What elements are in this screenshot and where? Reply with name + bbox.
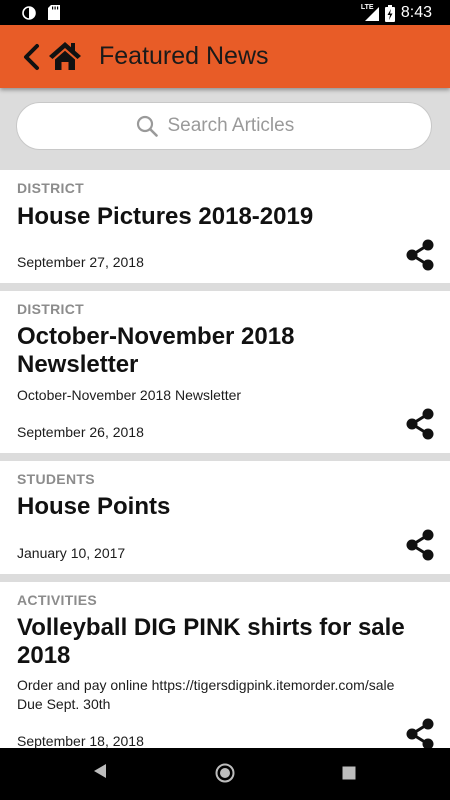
article-category: STUDENTS: [17, 471, 95, 487]
signal-icon: [364, 7, 379, 21]
home-button[interactable]: [48, 40, 82, 72]
nav-home-button[interactable]: [215, 763, 235, 788]
search-inner: [17, 103, 431, 149]
share-icon: [406, 529, 434, 561]
nav-recents-button[interactable]: [342, 766, 356, 785]
app-bar: Featured News: [0, 25, 450, 88]
nav-back-button[interactable]: [92, 762, 108, 785]
circle-notification-icon: [22, 5, 36, 20]
article-card[interactable]: STUDENTS House Points January 10, 2017: [0, 461, 450, 574]
battery-charging-icon: [384, 4, 395, 22]
article-title[interactable]: House Points: [17, 493, 432, 521]
back-button[interactable]: [20, 42, 42, 72]
article-category: ACTIVITIES: [17, 592, 98, 608]
search-box[interactable]: [16, 102, 432, 150]
triangle-back-icon: [94, 764, 106, 778]
article-title[interactable]: October-November 2018 Newsletter: [17, 323, 347, 379]
share-icon: [406, 408, 434, 440]
share-button[interactable]: [405, 239, 435, 271]
system-nav-bar: [0, 748, 450, 800]
status-bar: LTE 8:43: [0, 0, 450, 25]
article-date: September 27, 2018: [17, 254, 144, 270]
article-category: DISTRICT: [17, 180, 84, 196]
cell-signal: LTE: [361, 4, 379, 21]
share-button[interactable]: [405, 408, 435, 440]
article-feed[interactable]: DISTRICT House Pictures 2018-2019 Septem…: [0, 170, 450, 748]
article-date: January 10, 2017: [17, 545, 126, 561]
article-date: September 18, 2018: [17, 733, 144, 748]
article-summary: October-November 2018 Newsletter: [17, 387, 242, 403]
share-button[interactable]: [405, 529, 435, 561]
square-recents-icon: [342, 766, 356, 780]
chevron-left-icon: [24, 44, 39, 70]
status-time: 8:43: [400, 4, 432, 21]
article-date: September 26, 2018: [17, 424, 144, 440]
search-area: [0, 88, 450, 168]
sd-card-icon: [48, 5, 60, 20]
article-summary: Order and pay online https://tigersdigpi…: [17, 677, 395, 712]
article-card[interactable]: DISTRICT House Pictures 2018-2019 Septem…: [0, 170, 450, 283]
search-input[interactable]: [167, 115, 313, 137]
home-icon: [49, 42, 81, 70]
article-card[interactable]: DISTRICT October-November 2018 Newslette…: [0, 291, 450, 453]
article-title[interactable]: House Pictures 2018-2019: [17, 203, 432, 231]
article-title[interactable]: Volleyball DIG PINK shirts for sale 2018: [17, 614, 432, 670]
circle-home-icon: [215, 763, 235, 783]
status-left-icons: [22, 5, 60, 20]
share-button[interactable]: [405, 718, 435, 748]
search-icon: [136, 115, 158, 137]
page-title: Featured News: [99, 42, 269, 70]
article-category: DISTRICT: [17, 301, 84, 317]
status-right-icons: LTE 8:43: [361, 4, 432, 22]
share-icon: [406, 718, 434, 748]
article-card[interactable]: ACTIVITIES Volleyball DIG PINK shirts fo…: [0, 582, 450, 748]
share-icon: [406, 239, 434, 271]
